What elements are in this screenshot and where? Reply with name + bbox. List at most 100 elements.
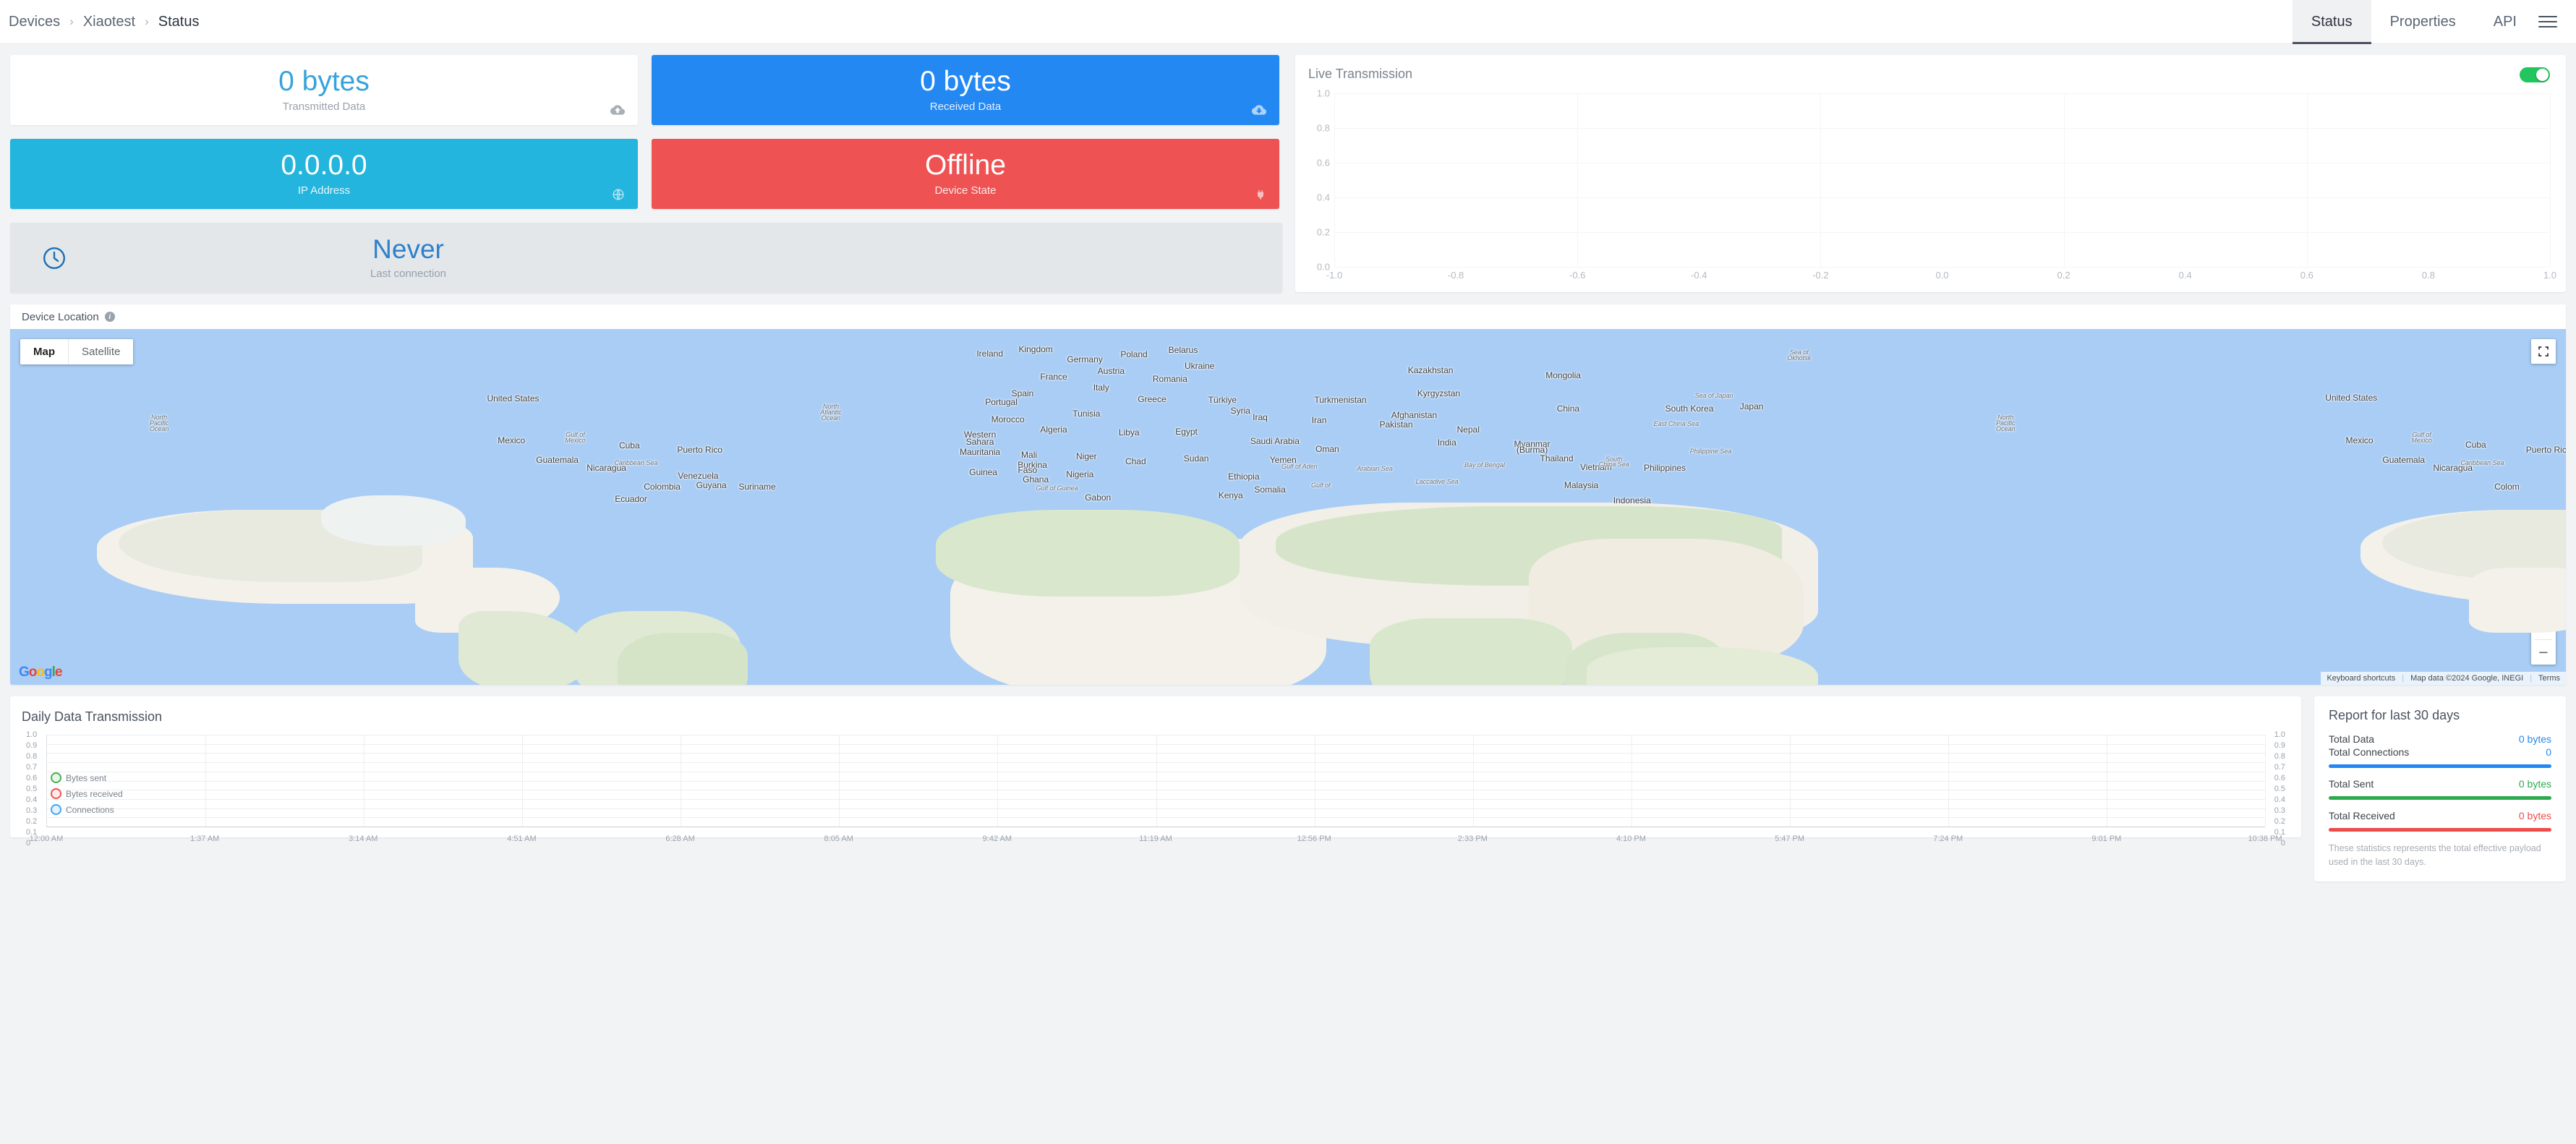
live-chart-x-tick: 1.0 (2543, 270, 2557, 281)
map-country-label: Gabon (1085, 492, 1112, 503)
daily-chart-x-tick: 12:00 AM (29, 834, 64, 843)
map-country-label: Ghana (1023, 474, 1049, 485)
tab-status[interactable]: Status (2292, 0, 2371, 44)
clock-icon (10, 223, 98, 293)
total-data-label: Total Data (2329, 733, 2375, 745)
daily-chart-y-tick-right: 0.8 (2274, 752, 2285, 761)
daily-chart-x-tick: 2:33 PM (1457, 834, 1488, 843)
map-country-label: Guatemala (2382, 455, 2426, 465)
daily-chart-y-tick-left: 0.5 (26, 785, 38, 793)
daily-chart-y-tick-left: 0.3 (26, 806, 38, 815)
live-chart-x-axis: -1.0 -0.8 -0.6 -0.4 -0.2 0.0 0.2 0.4 0.6 0.8 1.0 (1326, 270, 2556, 287)
device-location-title: Device Location (22, 310, 99, 323)
map-country-label: Puerto Ric (2525, 445, 2566, 455)
live-transmission-title: Live Transmission (1308, 67, 1413, 81)
breadcrumb-item-xiaotest[interactable]: Xiaotest (83, 14, 135, 30)
grid-line (2550, 93, 2551, 267)
map-country-label: Guyana (696, 480, 727, 490)
map-country-label: Ethiopia (1228, 471, 1260, 482)
last-connection-label: Last connection (370, 268, 447, 281)
live-transmission-chart: 0.0 0.2 0.4 0.6 0.8 1.0 -1.0 -0.8 -0.6 -0.4 -0.2 0… (1308, 88, 2556, 287)
page-content: 0 bytes Transmitted Data 0 bytes Receive… (0, 44, 2576, 882)
map-water-label: Philippine Sea (1689, 448, 1732, 455)
map-country-label: Italy (1093, 383, 1109, 393)
daily-chart-x-tick: 12:56 PM (1297, 834, 1331, 843)
map-country-label: Faso (1018, 465, 1038, 475)
map-country-label: Turkmenistan (1314, 395, 1367, 405)
live-transmission-toggle[interactable] (2520, 67, 2550, 82)
info-icon[interactable]: i (104, 312, 115, 322)
map-water-label: Gulf of Aden (1281, 463, 1318, 470)
stat-cards-column: 0 bytes Transmitted Data 0 bytes Receive… (10, 55, 1282, 293)
card-transmitted-data[interactable]: 0 bytes Transmitted Data (10, 55, 638, 125)
map-attribution: Keyboard shortcuts | Map data ©2024 Goog… (2321, 672, 2566, 685)
grid-line (1334, 93, 2550, 94)
map-water-label: Caribbean Sea (2460, 459, 2504, 466)
keyboard-shortcuts-link[interactable]: Keyboard shortcuts (2326, 674, 2395, 683)
legend-item-bytes-received[interactable]: Bytes received (51, 788, 123, 799)
live-transmission-column: Live Transmission 0.0 0.2 0.4 0.6 0.8 1.0 -1.… (1295, 55, 2566, 293)
map-country-label: Nigeria (1066, 469, 1094, 479)
daily-chart-y-tick-left: 0.2 (26, 817, 38, 826)
report-row-total-sent: Total Sent 0 bytes (2329, 778, 2551, 790)
map-country-label: Mali (1021, 450, 1038, 460)
map-canvas[interactable]: Map Satellite + − Google Keyboard shortc… (10, 329, 2566, 685)
legend-label-connections: Connections (66, 804, 114, 815)
map-type-map[interactable]: Map (20, 339, 68, 364)
live-chart-y-tick: 0.6 (1316, 157, 1330, 168)
map-country-label: Kyrgyzstan (1417, 388, 1461, 398)
summary-row: 0 bytes Transmitted Data 0 bytes Receive… (10, 44, 2566, 293)
map-country-label: France (1040, 372, 1067, 382)
map-country-label: Libya (1118, 427, 1140, 437)
map-water-label: Sea of Japan (1694, 392, 1733, 399)
live-chart-y-tick: 1.0 (1316, 87, 1330, 99)
map-country-label: Ukraine (1184, 361, 1215, 371)
legend-item-connections[interactable]: Connections (51, 804, 123, 815)
google-logo-letter: o (36, 665, 45, 680)
map-landmass (1370, 618, 1572, 685)
terms-link[interactable]: Terms (2538, 674, 2560, 683)
card-device-state[interactable]: Offline Device State (652, 139, 1279, 209)
map-landmass (936, 510, 1240, 597)
report-row-total-connections: Total Connections 0 (2329, 746, 2551, 758)
hamburger-menu-icon[interactable] (2536, 0, 2560, 44)
grid-line (2306, 93, 2308, 267)
grid-line (522, 735, 524, 827)
map-water-label: China Sea (1598, 461, 1629, 468)
grid-line (1948, 735, 1949, 827)
tab-properties[interactable]: Properties (2371, 0, 2475, 44)
map-country-label: Pakistan (1379, 419, 1413, 430)
map-water-label: Ocean (1995, 425, 2016, 432)
map-water-label: Mexico (2411, 437, 2432, 444)
card-received-data[interactable]: 0 bytes Received Data (652, 55, 1279, 125)
daily-chart-y-tick-right: 1.0 (2274, 730, 2285, 739)
live-chart-grid (1334, 93, 2551, 268)
card-last-connection[interactable]: Never Last connection (10, 223, 1282, 293)
map-country-label: Kenya (1218, 490, 1243, 500)
fullscreen-icon[interactable] (2531, 339, 2556, 364)
google-logo-letter: g (44, 665, 53, 680)
device-location-section: Device Location i Map Satellite + − Goog… (10, 304, 2566, 685)
transmitted-data-value: 0 bytes (278, 65, 370, 97)
power-plug-icon (1255, 188, 1266, 204)
tab-api[interactable]: API (2475, 0, 2536, 44)
breadcrumb-item-devices[interactable]: Devices (9, 14, 60, 30)
map-water-label: Okhotsk (1787, 354, 1812, 362)
daily-chart-title: Daily Data Transmission (22, 709, 163, 724)
map-country-label: Indonesia (1613, 495, 1651, 505)
map-country-label: Iraq (1253, 412, 1268, 422)
transmitted-data-label: Transmitted Data (282, 101, 366, 114)
received-data-value: 0 bytes (920, 65, 1011, 97)
cloud-download-icon (1252, 103, 1266, 120)
grid-line (205, 735, 207, 827)
daily-chart-y-tick-left: 0.6 (26, 774, 38, 782)
map-type-satellite[interactable]: Satellite (68, 339, 133, 364)
daily-chart-y-tick-left: 0.4 (26, 795, 38, 804)
card-ip-address[interactable]: 0.0.0.0 IP Address (10, 139, 638, 209)
map-country-label: South Korea (1665, 404, 1714, 414)
zoom-out-button[interactable]: − (2531, 640, 2556, 665)
map-country-label: Sudan (1183, 453, 1209, 464)
legend-item-bytes-sent[interactable]: Bytes sent (51, 772, 123, 783)
map-water-label: Arabian Sea (1357, 465, 1393, 472)
live-chart-x-tick: -1.0 (1326, 270, 1343, 281)
